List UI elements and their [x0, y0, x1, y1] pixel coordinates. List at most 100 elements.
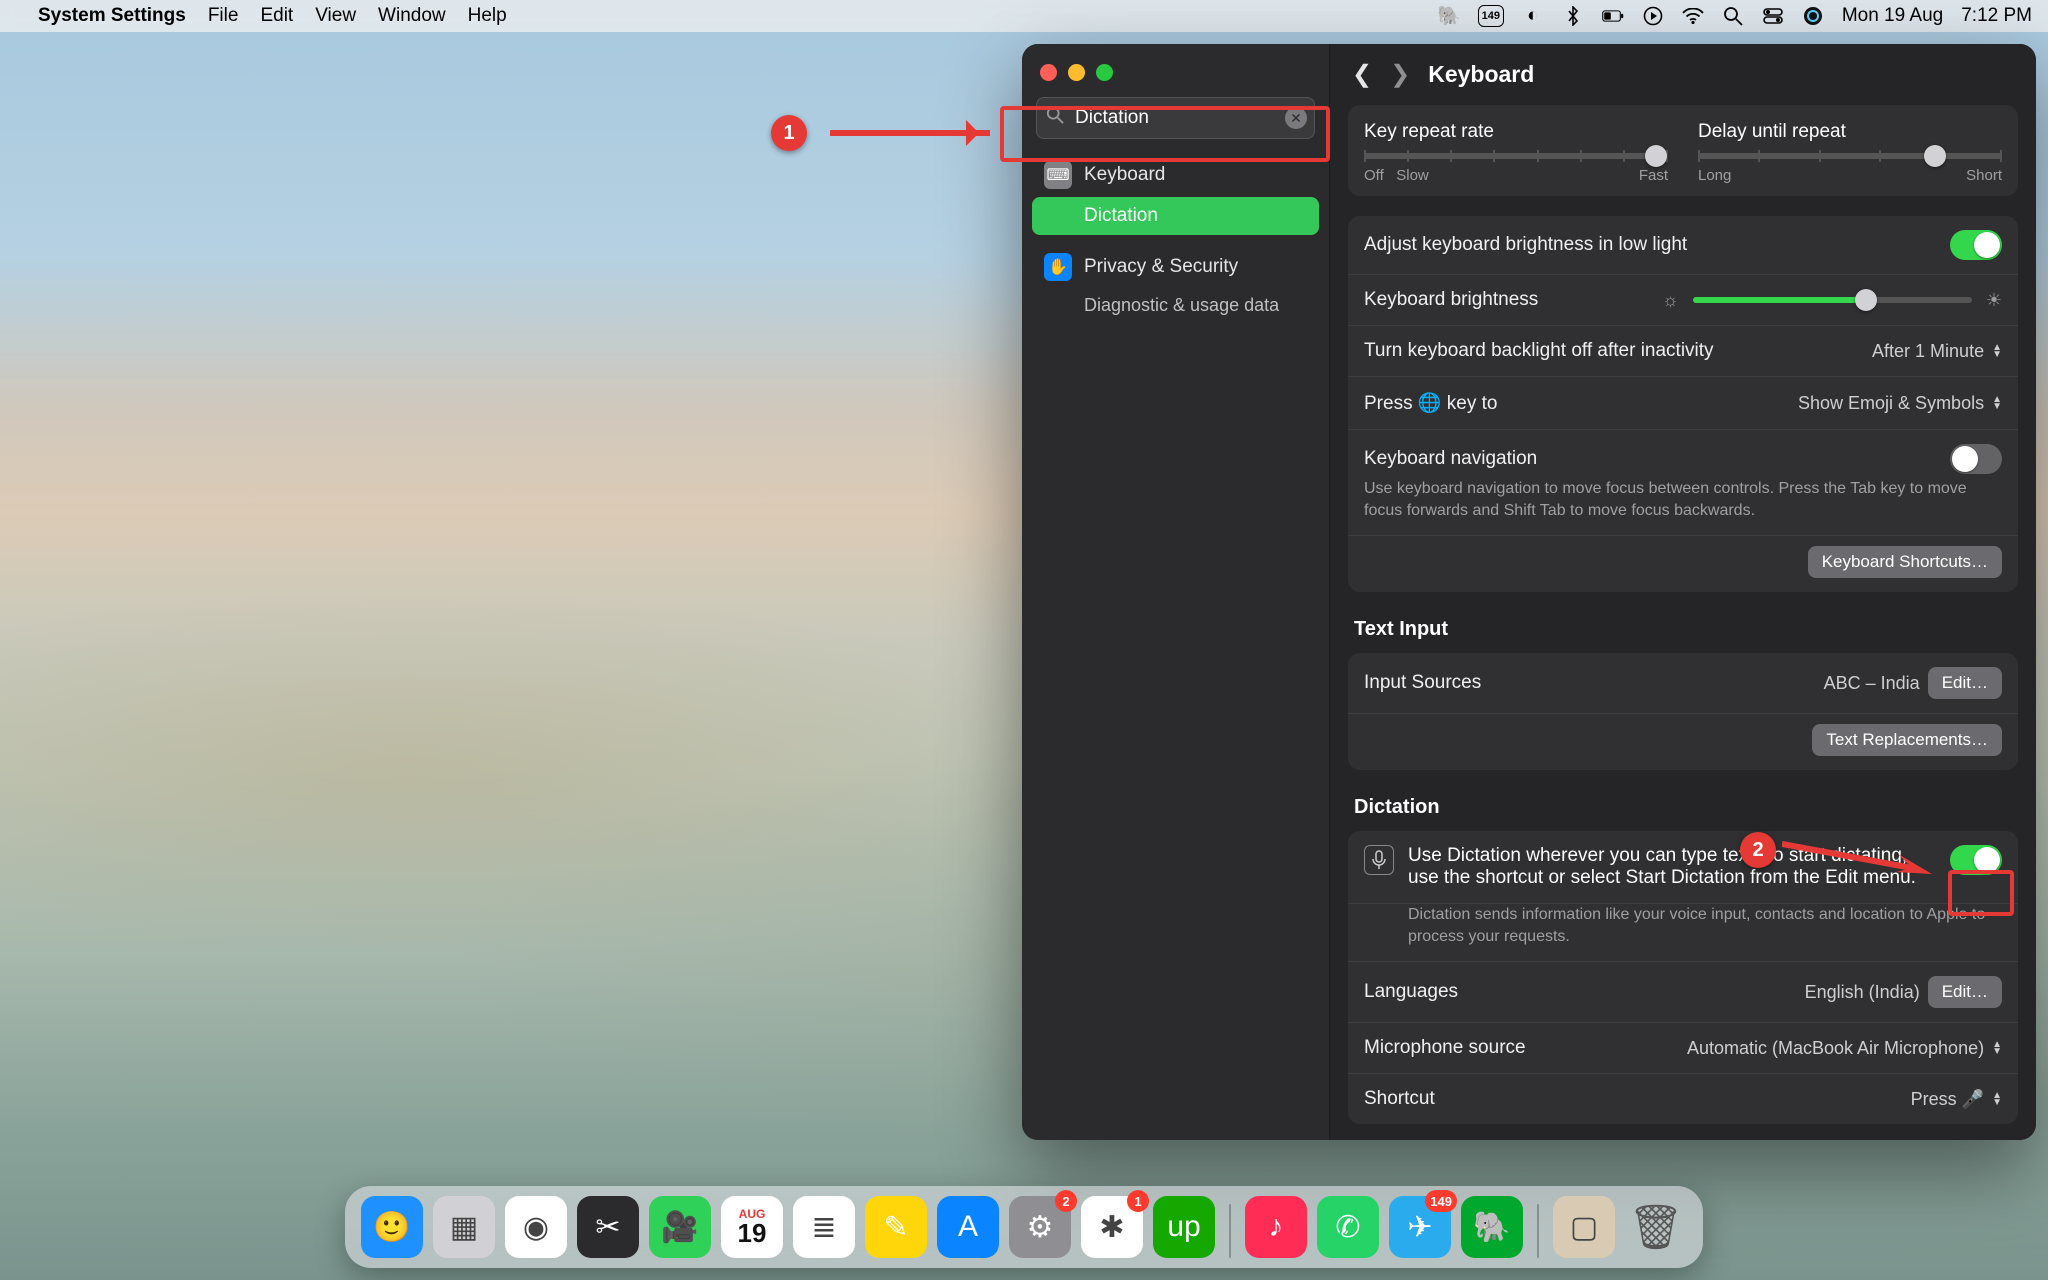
dictation-toggle[interactable] — [1950, 845, 2002, 875]
adjust-brightness-label: Adjust keyboard brightness in low light — [1364, 234, 1687, 256]
backlight-off-dropdown[interactable]: After 1 Minute ▲▼ — [1872, 341, 2002, 362]
hand-icon: ✋ — [1044, 253, 1072, 281]
bluetooth-icon[interactable] — [1562, 5, 1584, 27]
menu-edit[interactable]: Edit — [260, 5, 293, 27]
minimize-window-button[interactable] — [1068, 64, 1085, 81]
settings-content: ❮ ❯ Keyboard Key repeat rate Off Slow — [1330, 44, 2036, 1140]
menu-window[interactable]: Window — [378, 5, 446, 27]
key-repeat-card: Key repeat rate Off Slow Fast Delay unti… — [1348, 105, 2018, 196]
mic-source-dropdown[interactable]: Automatic (MacBook Air Microphone) ▲▼ — [1687, 1038, 2002, 1059]
press-globe-dropdown[interactable]: Show Emoji & Symbols ▲▼ — [1798, 393, 2002, 414]
window-controls — [1032, 56, 1319, 97]
keyboard-shortcuts-button[interactable]: Keyboard Shortcuts… — [1808, 546, 2002, 578]
dock-app-telegram[interactable]: ✈149 — [1389, 1196, 1451, 1258]
brightness-low-icon: ☼ — [1662, 290, 1679, 311]
close-window-button[interactable] — [1040, 64, 1057, 81]
brightness-card: Adjust keyboard brightness in low light … — [1348, 216, 2018, 592]
dictation-shortcut-dropdown[interactable]: Press 🎤 ▲▼ — [1911, 1089, 2002, 1110]
slider-max-label: Fast — [1639, 167, 1668, 184]
dock-app-upwork[interactable]: up — [1153, 1196, 1215, 1258]
page-title: Keyboard — [1428, 61, 1534, 88]
dock-app-finalcut[interactable]: ✂ — [577, 1196, 639, 1258]
slider-max-label: Short — [1966, 167, 2002, 184]
delay-slider[interactable] — [1698, 153, 2002, 159]
menu-view[interactable]: View — [315, 5, 356, 27]
dictation-languages-value: English (India) — [1805, 982, 1920, 1003]
menu-file[interactable]: File — [208, 5, 239, 27]
key-repeat-slider[interactable] — [1364, 153, 1668, 159]
dock-app-trash[interactable]: 🗑 — [1625, 1196, 1687, 1258]
control-center-icon[interactable] — [1762, 5, 1784, 27]
playback-icon[interactable] — [1642, 5, 1664, 27]
evernote-menubar-icon[interactable]: 🐘 — [1438, 5, 1460, 27]
chevron-updown-icon: ▲▼ — [1992, 1041, 2002, 1055]
menu-help[interactable]: Help — [468, 5, 507, 27]
sidebar-subitem-diagnostic[interactable]: Diagnostic & usage data — [1032, 289, 1319, 322]
slider-thumb[interactable] — [1645, 145, 1667, 167]
dock-app-evernote[interactable]: 🐘 — [1461, 1196, 1523, 1258]
sidebar-item-keyboard[interactable]: ⌨ Keyboard — [1032, 153, 1319, 197]
creative-cloud-icon[interactable]: ◐ — [1522, 5, 1544, 27]
slider-thumb[interactable] — [1855, 289, 1877, 311]
dock-separator — [1229, 1204, 1231, 1258]
key-repeat-label: Key repeat rate — [1364, 121, 1668, 143]
annotation-arrow-2 — [1782, 838, 1942, 878]
text-input-heading: Text Input — [1348, 612, 2018, 653]
dock-app-music[interactable]: ♪ — [1245, 1196, 1307, 1258]
dock-badge: 2 — [1055, 1190, 1077, 1212]
input-sources-edit-button[interactable]: Edit… — [1928, 667, 2002, 699]
settings-sidebar: ✕ ⌨ Keyboard Dictation ✋ Privacy & Secur… — [1022, 44, 1330, 1140]
keyboard-navigation-label: Keyboard navigation — [1364, 448, 1537, 470]
siri-icon[interactable] — [1802, 5, 1824, 27]
slider-thumb[interactable] — [1924, 145, 1946, 167]
text-replacements-button[interactable]: Text Replacements… — [1812, 724, 2002, 756]
sidebar-item-dictation[interactable]: Dictation — [1032, 197, 1319, 235]
delay-label: Delay until repeat — [1698, 121, 2002, 143]
clear-search-button[interactable]: ✕ — [1285, 107, 1307, 129]
keyboard-navigation-desc: Use keyboard navigation to move focus be… — [1364, 478, 2002, 521]
slider-min2-label: Slow — [1396, 167, 1429, 184]
dropdown-value: Show Emoji & Symbols — [1798, 393, 1984, 414]
dock-app-launchpad[interactable]: ▦ — [433, 1196, 495, 1258]
dock-app-settings[interactable]: ⚙2 — [1009, 1196, 1071, 1258]
dock-app-reminders[interactable]: ≣ — [793, 1196, 855, 1258]
dock-app-slack[interactable]: ✱1 — [1081, 1196, 1143, 1258]
menubar: System Settings File Edit View Window He… — [0, 0, 2048, 32]
keyboard-navigation-toggle[interactable] — [1950, 444, 2002, 474]
dictation-languages-edit-button[interactable]: Edit… — [1928, 976, 2002, 1008]
annotation-badge-1: 1 — [771, 115, 807, 151]
dock-app-preview[interactable]: ▢ — [1553, 1196, 1615, 1258]
press-globe-label: Press 🌐 key to — [1364, 391, 1497, 415]
chevron-updown-icon: ▲▼ — [1992, 1092, 2002, 1106]
dock-app-notes[interactable]: ✎ — [865, 1196, 927, 1258]
dock-app-facetime[interactable]: 🎥 — [649, 1196, 711, 1258]
nav-back-button[interactable]: ❮ — [1352, 60, 1372, 89]
dropdown-value: After 1 Minute — [1872, 341, 1984, 362]
annotation-arrow-1 — [830, 130, 990, 136]
battery-icon[interactable] — [1602, 5, 1624, 27]
nav-forward-button[interactable]: ❯ — [1390, 60, 1410, 89]
brightness-high-icon: ☀ — [1986, 290, 2002, 311]
brightness-slider[interactable] — [1693, 297, 1972, 303]
adjust-brightness-toggle[interactable] — [1950, 230, 2002, 260]
keyboard-brightness-label: Keyboard brightness — [1364, 289, 1538, 311]
sidebar-item-privacy[interactable]: ✋ Privacy & Security — [1032, 245, 1319, 289]
zoom-window-button[interactable] — [1096, 64, 1113, 81]
menubar-time[interactable]: 7:12 PM — [1961, 5, 2032, 27]
dock-app-appstore[interactable]: A — [937, 1196, 999, 1258]
spotlight-icon[interactable] — [1722, 5, 1744, 27]
dock-badge: 149 — [1425, 1190, 1457, 1212]
app-name[interactable]: System Settings — [38, 5, 186, 27]
mic-source-label: Microphone source — [1364, 1037, 1526, 1059]
search-input[interactable] — [1036, 97, 1315, 139]
slider-min-label: Long — [1698, 167, 1731, 184]
dictation-heading: Dictation — [1348, 790, 2018, 831]
dock-app-calendar[interactable]: AUG19 — [721, 1196, 783, 1258]
menubar-badge-icon[interactable]: 149 — [1478, 5, 1504, 27]
dock-app-finder[interactable]: 🙂 — [361, 1196, 423, 1258]
dock-app-whatsapp[interactable]: ✆ — [1317, 1196, 1379, 1258]
menubar-date[interactable]: Mon 19 Aug — [1842, 5, 1943, 27]
dock-app-chrome[interactable]: ◉ — [505, 1196, 567, 1258]
wifi-icon[interactable] — [1682, 5, 1704, 27]
settings-header: ❮ ❯ Keyboard — [1330, 44, 2036, 99]
